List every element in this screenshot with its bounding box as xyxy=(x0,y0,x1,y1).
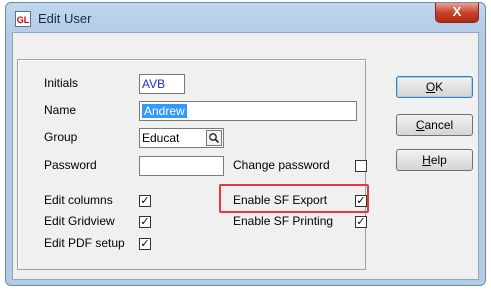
ok-button[interactable]: OK xyxy=(396,76,473,98)
initials-field[interactable]: AVB xyxy=(139,74,185,94)
edit-columns-label: Edit columns xyxy=(44,193,113,207)
cancel-button[interactable]: Cancel xyxy=(396,114,473,136)
name-label: Name xyxy=(44,103,77,117)
group-value: Educat xyxy=(142,131,180,145)
edit-pdf-setup-checkbox[interactable]: ✓ xyxy=(139,238,151,250)
help-button[interactable]: Help xyxy=(396,149,473,171)
name-value: Andrew xyxy=(142,104,187,118)
enable-sf-printing-label: Enable SF Printing xyxy=(233,214,334,228)
app-icon: GL xyxy=(15,11,31,27)
window-title: Edit User xyxy=(38,11,92,26)
edit-user-dialog: GL Edit User X Initials AVB Name Andrew … xyxy=(5,2,486,286)
edit-pdf-setup-label: Edit PDF setup xyxy=(44,236,125,250)
group-label: Group xyxy=(44,130,78,144)
change-password-label: Change password xyxy=(233,158,330,172)
highlight-box xyxy=(219,184,369,213)
name-field[interactable]: Andrew xyxy=(139,101,357,121)
password-field[interactable] xyxy=(139,156,224,176)
edit-gridview-checkbox[interactable]: ✓ xyxy=(139,216,151,228)
edit-columns-checkbox[interactable]: ✓ xyxy=(139,195,151,207)
dialog-body: Initials AVB Name Andrew Group Educat Pa… xyxy=(12,32,479,280)
ok-mnemonic: O xyxy=(425,80,436,94)
close-button[interactable]: X xyxy=(435,3,479,23)
help-label: elp xyxy=(430,153,447,167)
ok-label: K xyxy=(435,80,444,94)
cancel-label: ancel xyxy=(424,118,454,132)
group-field[interactable]: Educat xyxy=(139,128,224,148)
enable-sf-printing-checkbox[interactable]: ✓ xyxy=(355,216,367,228)
change-password-checkbox[interactable] xyxy=(355,160,367,172)
user-settings-group: Initials AVB Name Andrew Group Educat Pa… xyxy=(17,59,367,270)
title-bar[interactable]: GL Edit User X xyxy=(6,3,485,33)
edit-gridview-label: Edit Gridview xyxy=(44,214,115,228)
password-label: Password xyxy=(44,158,97,172)
initials-label: Initials xyxy=(44,76,79,90)
help-mnemonic: H xyxy=(422,153,431,167)
search-icon[interactable] xyxy=(206,130,222,146)
